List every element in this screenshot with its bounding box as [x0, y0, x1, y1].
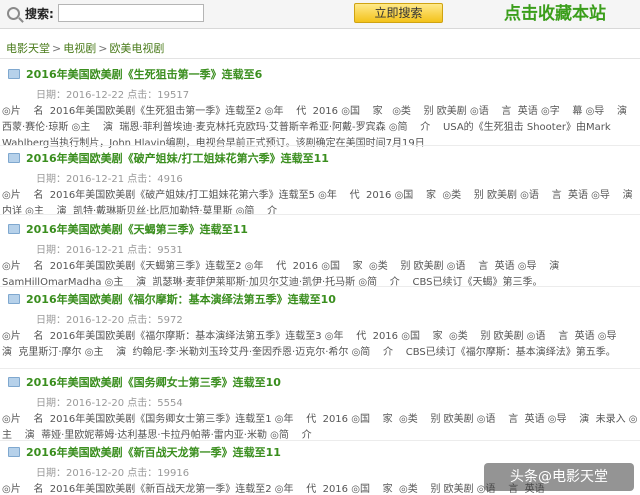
breadcrumb: 电影天堂 > 电视剧 > 欧美电视剧 [6, 40, 164, 56]
list-item: 2016年美国欧美剧《天蝎第三季》连载至11 日期：2016-12-21 点击：… [0, 221, 640, 288]
entry-meta: 日期：2016-12-21 点击：9531 [36, 245, 183, 256]
divider [0, 214, 640, 215]
entry-title-link[interactable]: 2016年美国欧美剧《福尔摩斯：基本演绎法第五季》连载至10 [8, 291, 336, 306]
entry-title-text: 2016年美国欧美剧《福尔摩斯：基本演绎法第五季》连载至10 [26, 293, 336, 306]
divider [0, 58, 640, 59]
divider [0, 286, 640, 287]
entry-title-link[interactable]: 2016年美国欧美剧《破产姐妹/打工姐妹花第六季》连载至11 [8, 150, 329, 165]
entry-meta: 日期：2016-12-20 点击：19916 [36, 468, 190, 479]
entry-meta: 日期：2016-12-22 点击：19517 [36, 90, 190, 101]
entry-title-link[interactable]: 2016年美国欧美剧《国务卿女士第三季》连载至10 [8, 374, 281, 389]
entry-title-link[interactable]: 2016年美国欧美剧《天蝎第三季》连载至11 [8, 221, 248, 236]
entry-summary: ◎片 名 2016年美国欧美剧《福尔摩斯：基本演绎法第五季》连载至3 ◎年 代 … [2, 331, 630, 358]
entry-title-text: 2016年美国欧美剧《新百战天龙第一季》连载至11 [26, 446, 281, 459]
entry-meta: 日期：2016-12-20 点击：5554 [36, 398, 183, 409]
search-input[interactable] [58, 4, 204, 22]
search-label: 搜索: [25, 7, 54, 21]
top-search-bar: 搜索: 立即搜索 点击收藏本站 [0, 0, 640, 29]
bookmark-site-link[interactable]: 点击收藏本站 [470, 0, 640, 28]
divider [0, 145, 640, 146]
entry-meta: 日期：2016-12-20 点击：5972 [36, 315, 183, 326]
list-item: 2016年美国欧美剧《国务卿女士第三季》连载至10 日期：2016-12-20 … [0, 374, 640, 441]
document-icon [8, 224, 20, 234]
entry-summary: ◎片 名 2016年美国欧美剧《破产姐妹/打工姐妹花第六季》连载至5 ◎年 代 … [2, 190, 633, 217]
breadcrumb-western-tv[interactable]: 欧美电视剧 [109, 42, 164, 55]
entry-title-text: 2016年美国欧美剧《破产姐妹/打工姐妹花第六季》连载至11 [26, 152, 329, 165]
list-item: 2016年美国欧美剧《生死狙击第一季》连载至6 日期：2016-12-22 点击… [0, 66, 640, 149]
entry-title-text: 2016年美国欧美剧《天蝎第三季》连载至11 [26, 223, 248, 236]
breadcrumb-home[interactable]: 电影天堂 [6, 42, 50, 55]
breadcrumb-separator: > [52, 42, 62, 55]
list-item: 2016年美国欧美剧《破产姐妹/打工姐妹花第六季》连载至11 日期：2016-1… [0, 150, 640, 217]
entry-title-text: 2016年美国欧美剧《国务卿女士第三季》连载至10 [26, 376, 281, 389]
entry-title-text: 2016年美国欧美剧《生死狙击第一季》连载至6 [26, 68, 263, 81]
entry-title-link[interactable]: 2016年美国欧美剧《新百战天龙第一季》连载至11 [8, 444, 281, 459]
list-item: 2016年美国欧美剧《福尔摩斯：基本演绎法第五季》连载至10 日期：2016-1… [0, 291, 640, 363]
search-button[interactable]: 立即搜索 [354, 3, 443, 23]
document-icon [8, 153, 20, 163]
search-icon [7, 7, 20, 20]
divider [0, 368, 640, 369]
document-icon [8, 69, 20, 79]
document-icon [8, 447, 20, 457]
divider [0, 440, 640, 441]
watermark: 头条@电影天堂 [484, 463, 634, 491]
entry-meta: 日期：2016-12-21 点击：4916 [36, 174, 183, 185]
document-icon [8, 377, 20, 387]
document-icon [8, 294, 20, 304]
breadcrumb-tv[interactable]: 电视剧 [63, 42, 96, 55]
breadcrumb-separator: > [98, 42, 108, 55]
entry-title-link[interactable]: 2016年美国欧美剧《生死狙击第一季》连载至6 [8, 66, 263, 81]
